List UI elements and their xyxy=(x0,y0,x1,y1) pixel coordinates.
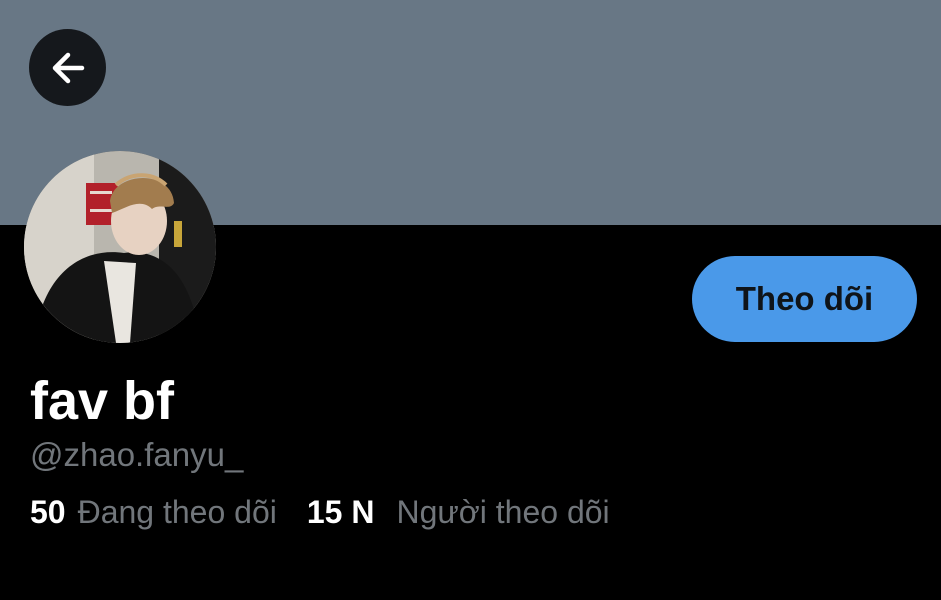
back-button[interactable] xyxy=(29,29,106,106)
arrow-left-icon xyxy=(46,46,90,90)
profile-avatar[interactable] xyxy=(24,151,216,343)
follow-button[interactable]: Theo dõi xyxy=(692,256,917,342)
follow-stats: 50 Đang theo dõi 15 N Người theo dõi xyxy=(30,492,610,532)
followers-stat[interactable]: 15 N Người theo dõi xyxy=(307,492,610,532)
following-count: 50 xyxy=(30,494,66,530)
username-handle: @zhao.fanyu_ xyxy=(30,436,244,473)
following-label: Đang theo dõi xyxy=(77,494,277,530)
followers-count: 15 N xyxy=(306,494,375,530)
followers-label: Người theo dõi xyxy=(396,494,610,530)
following-stat[interactable]: 50 Đang theo dõi xyxy=(30,492,277,532)
display-name: fav bf xyxy=(30,371,175,431)
